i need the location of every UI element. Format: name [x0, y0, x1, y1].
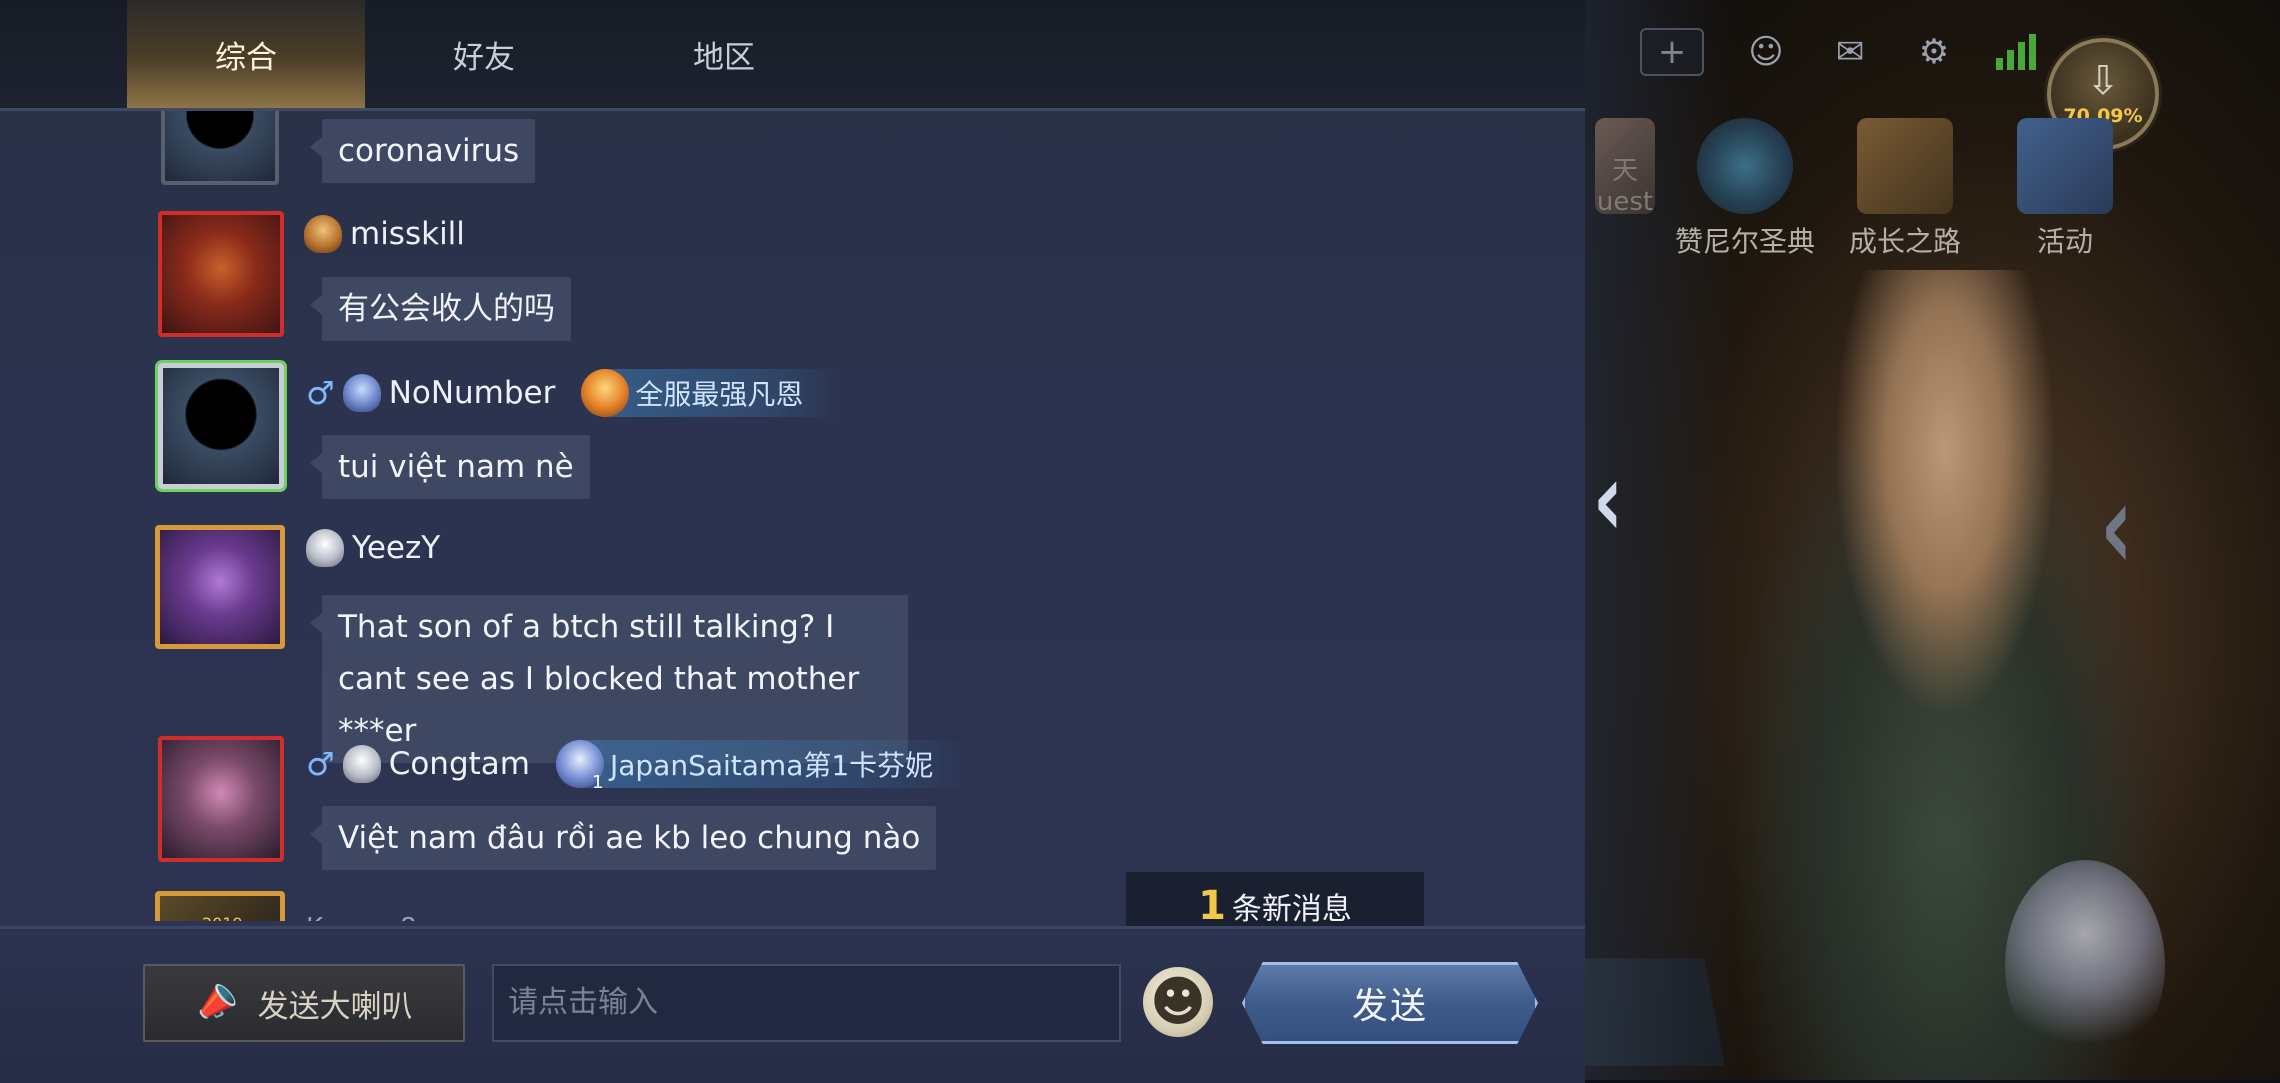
avatar[interactable] [155, 525, 285, 649]
treasure-chest-icon [1857, 118, 1953, 214]
mini-character[interactable] [2005, 860, 2165, 1070]
send-horn-button[interactable]: 📣 发送大喇叭 [143, 964, 465, 1042]
title-badge-icon [555, 740, 604, 793]
sender-name[interactable]: YeezY [352, 530, 440, 566]
sender-row: ♂ NoNumber 全服最强凡恩 [306, 369, 844, 417]
feature-growth-path[interactable]: 成长之路 [1825, 118, 1985, 260]
message-list[interactable]: coronavirus misskill 有公会收人的吗 ♂ NoNumber … [0, 111, 1585, 921]
sender-row: YeezY [306, 529, 440, 567]
horn-icon: 📣 [189, 976, 244, 1030]
male-icon: ♂ [306, 745, 335, 783]
avatar[interactable] [158, 736, 284, 862]
tab-region[interactable]: 地区 [605, 0, 843, 108]
sender-row: ♂ Congtam JapanSaitama第1卡芬妮 [306, 740, 974, 793]
gift-box-icon [2017, 118, 2113, 214]
message-bubble: 有公会收人的吗 [310, 277, 571, 341]
avatar[interactable] [158, 363, 284, 489]
message-bubble: That son of a btch still talking? I cant… [310, 595, 908, 763]
feature-label: 成长之路 [1848, 225, 1961, 258]
horn-button-label: 发送大喇叭 [257, 988, 413, 1025]
top-icon-bar: + ☺ ✉ ⚙ [1640, 28, 2036, 76]
message-bubble: tui việt nam nè [310, 435, 590, 499]
rank-icon [342, 374, 381, 412]
send-button[interactable]: 发送 [1242, 962, 1538, 1044]
new-message-count: 1 [1198, 883, 1226, 929]
emoji-icon[interactable]: ☻ [1143, 967, 1213, 1037]
new-message-label: 条新消息 [1231, 892, 1352, 927]
feature-label: 赞尼尔圣典 [1674, 225, 1815, 258]
download-icon: ⇩ [2086, 58, 2120, 104]
feature-codex[interactable]: 赞尼尔圣典 [1665, 118, 1825, 260]
tab-friends[interactable]: 好友 [365, 0, 603, 108]
chat-panel: 综合 好友 地区 coronavirus misskill 有公会收人的吗 ♂ … [0, 0, 1585, 1083]
title-badge-text: 全服最强凡恩 [635, 378, 804, 411]
title-badge: 全服最强凡恩 [581, 369, 844, 417]
title-badge: JapanSaitama第1卡芬妮 [555, 740, 974, 793]
sender-row: misskill [304, 215, 465, 253]
friends-icon[interactable]: ☺ [1744, 30, 1788, 74]
sender-name[interactable]: Congtam [389, 746, 530, 782]
sender-name[interactable]: misskill [350, 216, 465, 252]
rank-icon [342, 745, 381, 783]
sender-name[interactable]: NoNumber [389, 375, 556, 411]
message-bubble: Việt nam đâu rồi ae kb leo chung nào [309, 806, 937, 870]
codex-icon [1697, 118, 1793, 214]
chevron-left-icon[interactable]: ‹ [2100, 457, 2133, 597]
add-icon[interactable]: + [1640, 28, 1704, 76]
collapse-chat-icon[interactable]: ‹ [1588, 430, 1628, 570]
mail-icon[interactable]: ✉ [1828, 30, 1872, 74]
feature-events[interactable]: 活动 [1985, 118, 2145, 260]
game-background: + ☺ ✉ ⚙ ⇩ 70.09% 天 uest 赞尼尔圣典 成长之路 活动 ‹ [1585, 0, 2280, 1080]
avatar[interactable]: 2019 [155, 891, 285, 921]
feature-label: 活动 [2036, 225, 2093, 258]
rank-icon [304, 215, 342, 253]
gear-icon[interactable]: ⚙ [1912, 30, 1956, 74]
chat-tab-bar: 综合 好友 地区 [0, 0, 1585, 111]
title-badge-icon [581, 369, 630, 417]
chat-input[interactable] [492, 964, 1121, 1042]
male-icon: ♂ [306, 374, 335, 412]
signal-icon [1996, 34, 2036, 70]
avatar[interactable] [158, 211, 284, 337]
message-bubble: coronavirus [309, 119, 536, 183]
bottom-panel-button[interactable] [1585, 958, 1725, 1066]
sender-name: Kxxxxx8 [306, 913, 417, 921]
chat-input-bar: 📣 发送大喇叭 ☻ 发送 [0, 926, 1585, 1083]
avatar-year-label: 2019 [202, 914, 243, 921]
tab-general[interactable]: 综合 [127, 0, 365, 108]
rank-icon [306, 529, 344, 567]
title-badge-text: JapanSaitama第1卡芬妮 [609, 749, 934, 782]
avatar[interactable] [161, 111, 279, 185]
feature-row: 天 uest 赞尼尔圣典 成长之路 活动 [1585, 118, 2280, 268]
